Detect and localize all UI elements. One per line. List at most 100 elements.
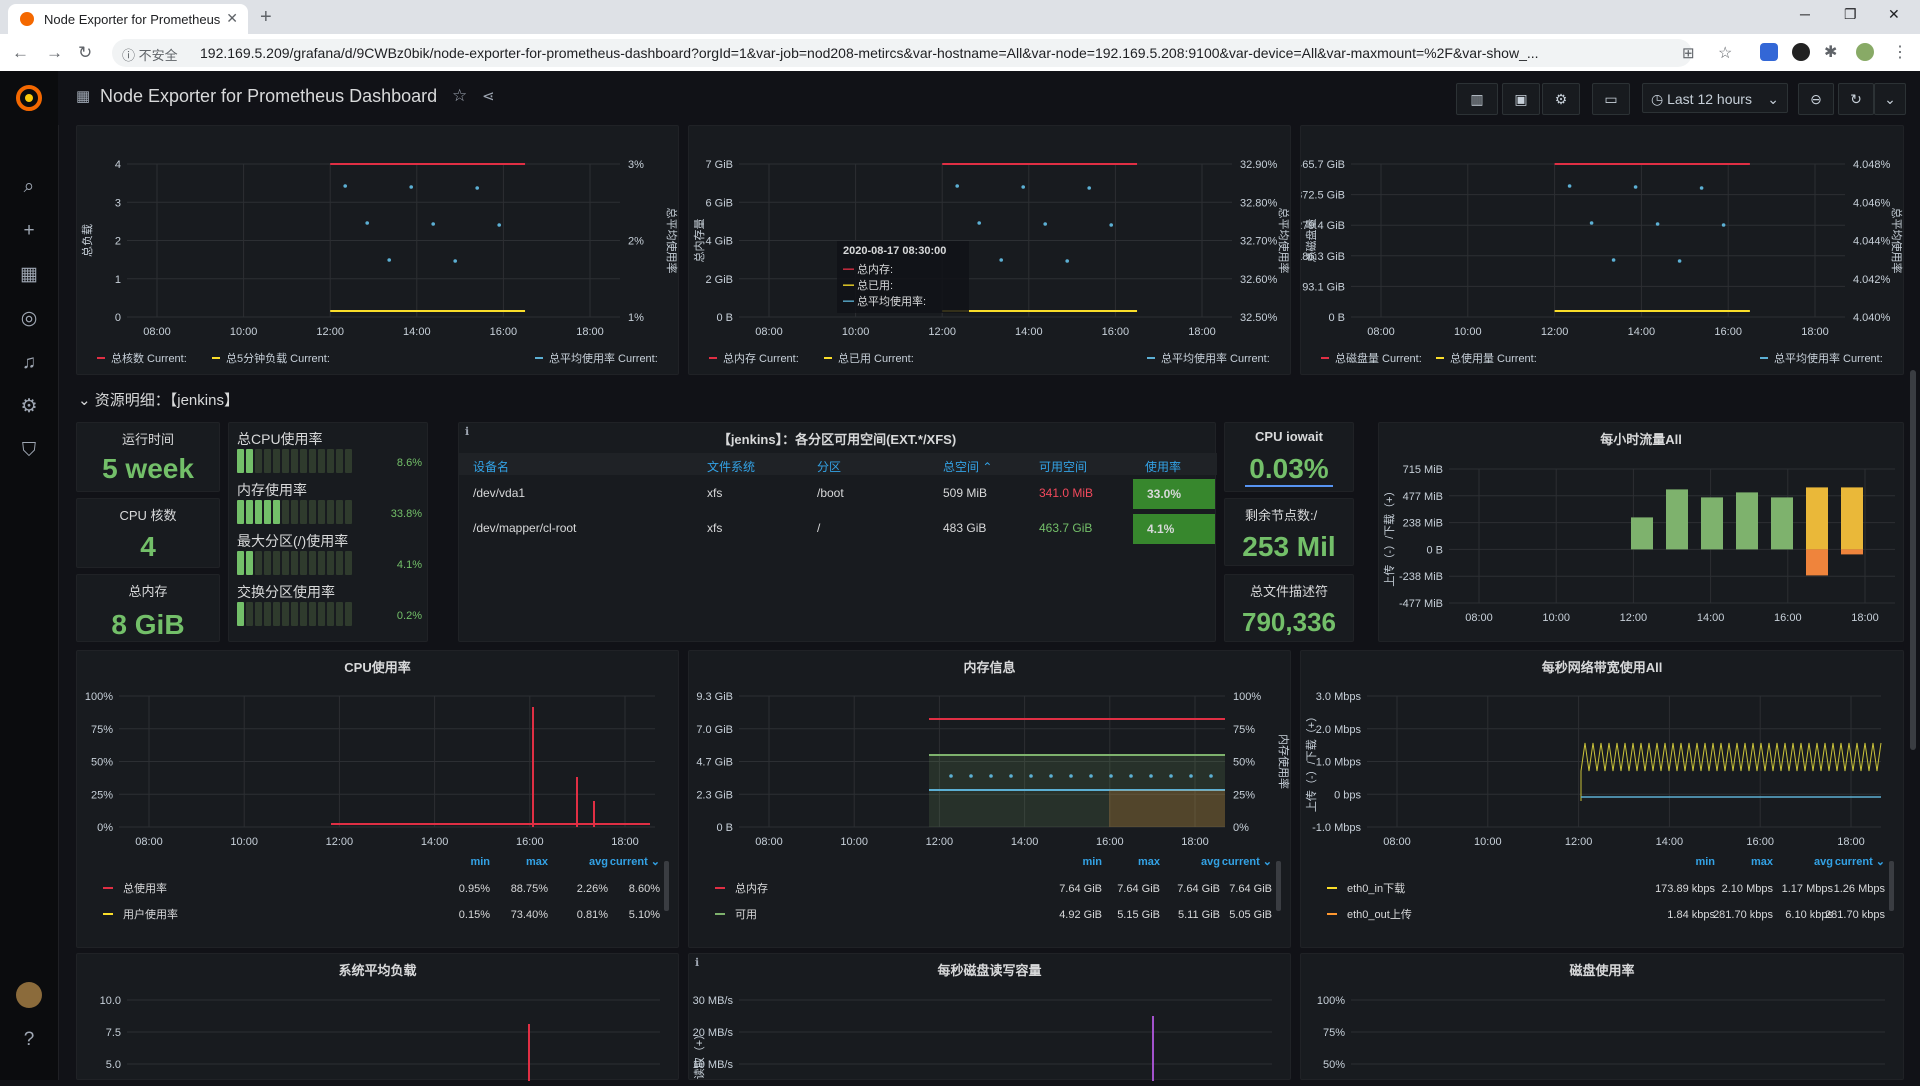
back-icon[interactable]: ← — [12, 43, 29, 63]
row-header[interactable]: ⌄ 资源明细：【jenkins】 — [78, 389, 239, 410]
legend-item: 总核数 Current: — [111, 351, 187, 365]
close-window-icon[interactable]: ✕ — [1888, 6, 1900, 23]
browser-tab[interactable]: Node Exporter for Prometheus ✕ — [8, 4, 248, 34]
bargauge-cell — [336, 449, 343, 473]
traffic-bar — [1841, 487, 1863, 550]
page-scrollbar[interactable] — [1910, 370, 1916, 750]
extension-icon[interactable] — [1760, 43, 1778, 61]
bargauge-value: 8.6% — [396, 457, 422, 469]
extension-icon[interactable] — [1792, 43, 1810, 61]
table-cell: /dev/mapper/cl-root — [473, 521, 577, 535]
time-range-picker[interactable]: ◷ Last 12 hours ⌄ — [1642, 83, 1788, 113]
refresh-interval-picker[interactable]: ⌄ — [1874, 83, 1906, 115]
add-panel-button[interactable]: ▥ — [1456, 83, 1498, 115]
zoom-out-button[interactable]: ⊖ — [1798, 83, 1834, 115]
y2-tick-label: 100% — [1233, 691, 1261, 703]
x-tick-label: 16:00 — [1102, 326, 1130, 338]
profile-avatar[interactable] — [1856, 43, 1874, 61]
star-icon[interactable]: ☆ — [452, 86, 467, 106]
x-tick-label: 16:00 — [490, 326, 518, 338]
y-tick-label: 4.7 GiB — [696, 757, 733, 769]
tooltip-row: ━ 总内存: — [843, 264, 894, 276]
bargauge-cell — [246, 500, 253, 524]
dashboards-grid-icon[interactable]: ▦ — [18, 264, 40, 286]
cpu-usage-chart: 100% 75% 50% 25% 0% 08:00 10:00 12:00 14:00 16:00… — [85, 691, 669, 921]
user-avatar[interactable] — [16, 982, 42, 1008]
x-tick-label: 10:00 — [1542, 612, 1570, 624]
new-tab-icon[interactable]: + — [260, 6, 272, 29]
url-input[interactable]: ⓘ 不安全 192.169.5.209/grafana/d/9CWBz0bik/… — [112, 39, 1732, 67]
bargauge-cells — [237, 500, 354, 524]
dashboard-title[interactable]: Node Exporter for Prometheus Dashboard — [100, 86, 437, 107]
configuration-gear-icon[interactable]: ⚙ — [18, 396, 40, 418]
table-column-header[interactable]: 分区 — [817, 458, 841, 475]
bargauge-label: 内存使用率 — [237, 482, 307, 498]
bargauge-cells — [237, 449, 354, 473]
bargauge-cell — [237, 602, 244, 626]
x-tick-label: 14:00 — [403, 326, 431, 338]
security-indicator[interactable]: ⓘ 不安全 — [122, 45, 178, 64]
x-tick-label: 10:00 — [230, 326, 258, 338]
close-tab-icon[interactable]: ✕ — [226, 10, 238, 27]
cycle-view-mode-button[interactable]: ▭ — [1592, 83, 1630, 115]
series-point — [365, 221, 370, 225]
y2-tick-label: 4.040% — [1853, 312, 1891, 324]
save-dashboard-button[interactable]: ▣ — [1502, 83, 1540, 115]
share-icon[interactable]: ⋖ — [482, 87, 495, 105]
alerting-bell-icon[interactable]: ♫ — [18, 352, 40, 374]
explore-compass-icon[interactable]: ◎ — [18, 308, 40, 330]
x-tick-label: 18:00 — [1801, 326, 1829, 338]
x-tick-label: 08:00 — [755, 326, 783, 338]
legend-series-name: 总使用率 — [123, 881, 167, 895]
legend-column-header: max — [526, 856, 549, 868]
y-tick-label: 10.0 — [100, 995, 121, 1007]
y-tick-label: 25% — [91, 789, 113, 801]
y-axis-label: 读取（+） — [692, 1029, 706, 1079]
legend-item: 总5分钟负载 Current: — [226, 351, 330, 365]
grafana-logo-icon[interactable] — [14, 83, 44, 113]
search-icon[interactable]: ⌕ — [18, 176, 40, 198]
refresh-button[interactable]: ↻ — [1838, 83, 1874, 115]
maximize-icon[interactable]: ❐ — [1844, 6, 1857, 23]
table-column-header[interactable]: 文件系统 — [707, 458, 755, 475]
x-tick-label: 10:00 — [230, 836, 258, 848]
series-point — [1069, 774, 1073, 778]
hourly-traffic-chart: 715 MiB 477 MiB 238 MiB 0 B -238 MiB -477 MiB… — [1383, 464, 1895, 624]
free-inodes-stat: 剩余节点数:/ 253 Mil — [1224, 498, 1354, 566]
create-plus-icon[interactable]: + — [18, 220, 40, 242]
series-point — [969, 774, 973, 778]
server-admin-shield-icon[interactable]: ⛉ — [18, 440, 40, 462]
legend-value: 5.10% — [629, 909, 660, 921]
table-column-header[interactable]: 设备名 — [473, 458, 509, 475]
total-memory-panel: 7 GiB 6 GiB 4 GiB 2 GiB 0 B 32.90% 32.80% 32.70… — [688, 125, 1291, 375]
legend-series-name: 可用 — [735, 909, 757, 921]
y2-axis-label: 总平均使用率 — [665, 208, 679, 274]
bookmark-star-icon[interactable]: ☆ — [1718, 43, 1732, 63]
legend-item: 总平均使用率 Current: — [1774, 351, 1883, 365]
series-line — [1580, 742, 1882, 801]
dashboard-settings-button[interactable]: ⚙ — [1542, 83, 1580, 115]
tooltip-time: 2020-08-17 08:30:00 — [843, 245, 947, 257]
extensions-puzzle-icon[interactable]: ✱ — [1824, 42, 1837, 62]
legend-value: 0.81% — [577, 909, 608, 921]
forward-icon[interactable]: → — [46, 43, 63, 63]
reload-icon[interactable]: ↻ — [78, 43, 92, 63]
bargauge-cell — [300, 449, 307, 473]
browser-address-bar: ← → ↻ ⓘ 不安全 192.169.5.209/grafana/d/9CWB… — [0, 34, 1920, 72]
minimize-icon[interactable]: ─ — [1800, 6, 1810, 22]
help-icon[interactable]: ? — [18, 1029, 40, 1051]
legend-value: 173.89 kbps — [1655, 883, 1715, 895]
table-column-header[interactable]: 可用空间 — [1039, 458, 1087, 475]
series-point — [955, 184, 959, 188]
translate-icon[interactable]: ⊞ — [1682, 44, 1695, 62]
dashboard-grid-icon: ▦ — [76, 88, 91, 105]
table-column-header[interactable]: 使用率 — [1145, 458, 1181, 475]
browser-menu-icon[interactable]: ⋮ — [1892, 42, 1908, 62]
x-tick-label: 18:00 — [611, 836, 639, 848]
panel-title: 内存信息 — [963, 660, 1016, 675]
table-column-header[interactable]: 总空间 ⌃ — [943, 458, 992, 475]
bargauge-cell — [246, 551, 253, 575]
series-point — [387, 258, 392, 262]
x-tick-label: 14:00 — [1628, 326, 1656, 338]
bargauge-cell — [327, 602, 334, 626]
